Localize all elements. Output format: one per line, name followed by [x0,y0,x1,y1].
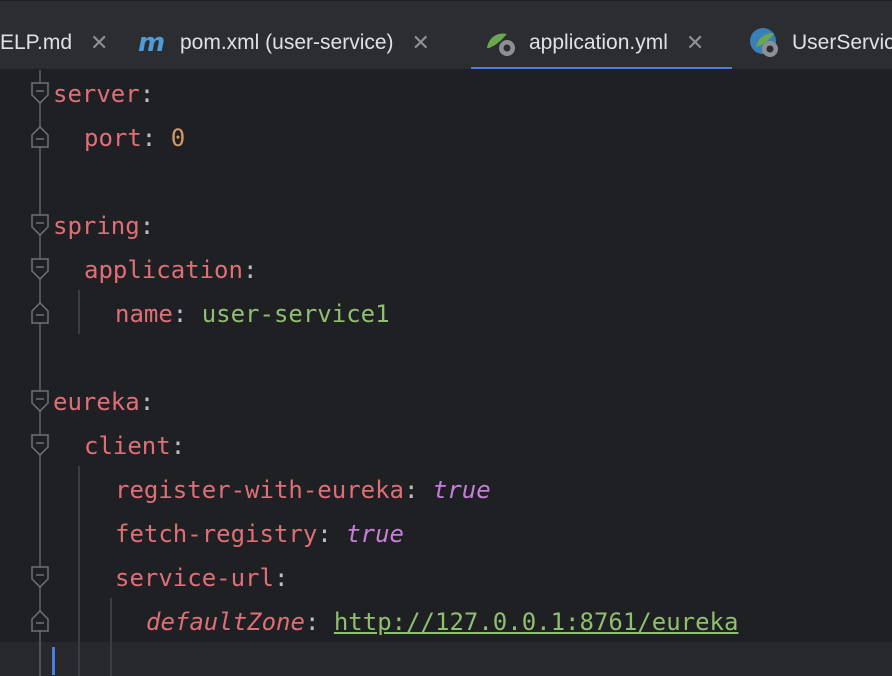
indent-guide [78,290,80,334]
tab-application-yml[interactable]: application.yml ✕ [471,15,732,71]
fold-collapse-icon[interactable] [31,566,49,590]
yaml-key: application [84,256,243,284]
yaml-colon: : [139,388,155,416]
fold-end-icon[interactable] [31,300,49,324]
yaml-colon: : [242,256,258,284]
yaml-key: register-with-eureka [115,476,404,504]
yaml-colon: : [403,476,433,504]
yaml-colon: : [170,432,186,460]
code-line: name: user-service1 [115,292,390,336]
yaml-colon: : [141,124,171,152]
spring-yaml-icon [485,28,519,58]
maven-icon: m [138,31,170,55]
current-line-highlight [0,642,892,676]
code-editor[interactable]: server: port: 0 spring: application: nam… [0,70,892,676]
fold-end-icon[interactable] [31,124,49,148]
yaml-colon: : [139,212,155,240]
tab-label: application.yml [529,31,668,54]
tab-label: ELP.md [0,31,72,54]
yaml-value: user-service1 [201,300,390,328]
yaml-colon: : [139,80,155,108]
fold-end-icon[interactable] [31,608,49,632]
fold-collapse-icon[interactable] [31,434,49,458]
fold-collapse-icon[interactable] [31,258,49,282]
close-icon[interactable]: ✕ [686,30,704,56]
code-line: service-url: [115,556,288,600]
code-line: spring: [53,204,154,248]
code-line: application: [84,248,257,292]
yaml-colon: : [317,520,347,548]
yaml-value: true [432,476,491,504]
yaml-url-value[interactable]: http://127.0.0.1:8761/eureka [334,608,739,636]
yaml-key: service-url [115,564,274,592]
close-icon[interactable]: ✕ [412,30,430,56]
tab-help-md[interactable]: ELP.md ✕ [0,15,122,71]
tab-label: pom.xml (user-service) [180,31,394,54]
yaml-key: client [84,432,171,460]
tab-pom-xml[interactable]: m pom.xml (user-service) ✕ [124,15,444,71]
indent-guide [78,466,80,676]
yaml-key: server [53,80,140,108]
yaml-value: 0 [170,124,186,152]
code-line: port: 0 [84,116,185,160]
code-line: eureka: [53,380,154,424]
yaml-key: fetch-registry [115,520,318,548]
fold-collapse-icon[interactable] [31,82,49,106]
fold-collapse-icon[interactable] [31,214,49,238]
yaml-colon: : [273,564,289,592]
code-line: register-with-eureka: true [115,468,491,512]
yaml-key: name [115,300,173,328]
yaml-key: port [84,124,142,152]
tab-user-service-class[interactable]: UserServic [734,15,892,71]
yaml-key: defaultZone [146,608,305,636]
close-icon[interactable]: ✕ [90,30,108,56]
indent-guide [110,598,112,676]
code-line: defaultZone: http://127.0.0.1:8761/eurek… [146,600,738,644]
spring-class-icon [748,27,782,59]
text-caret [52,647,55,675]
code-line: fetch-registry: true [115,512,404,556]
yaml-colon: : [304,608,334,636]
fold-collapse-icon[interactable] [31,390,49,414]
svg-text:m: m [138,31,165,55]
yaml-value: true [346,520,404,548]
code-line: server: [53,72,154,116]
code-line: client: [84,424,185,468]
tab-label: UserServic [792,31,892,54]
yaml-key: spring [53,212,140,240]
editor-tab-bar: ELP.md ✕ m pom.xml (user-service) ✕ appl… [0,0,892,71]
yaml-key: eureka [53,388,140,416]
yaml-colon: : [172,300,202,328]
